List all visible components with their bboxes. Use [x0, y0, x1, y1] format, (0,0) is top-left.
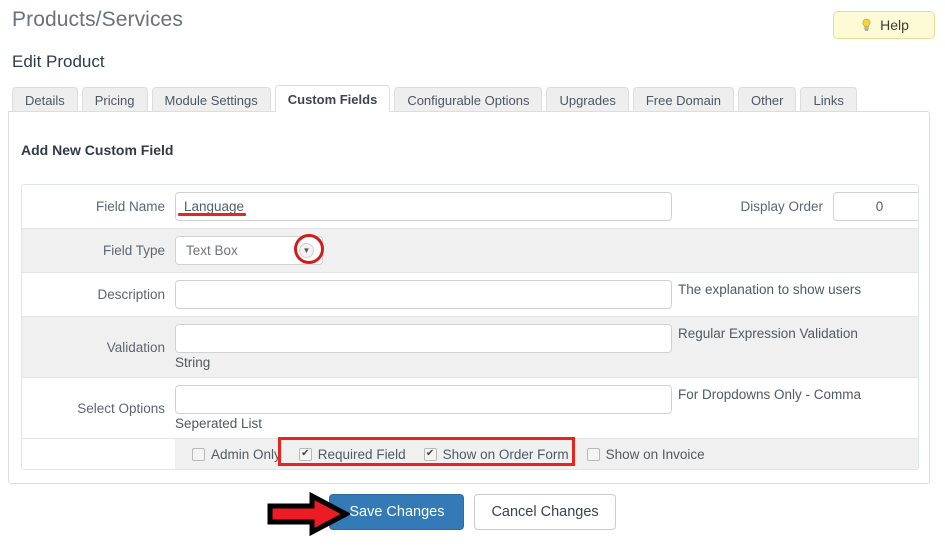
form-row-field-type: Field Type Text Box ▼: [22, 229, 918, 273]
checkbox-required-field-label: Required Field: [317, 446, 406, 462]
custom-field-form: Field Name Language Display Order 0 Fiel…: [21, 184, 919, 470]
tab-details[interactable]: Details: [12, 87, 78, 112]
select-options-input[interactable]: [175, 385, 672, 414]
field-type-select[interactable]: Text Box ▼: [175, 236, 323, 265]
form-actions: Save Changes Cancel Changes: [0, 494, 945, 530]
tab-custom-fields[interactable]: Custom Fields: [274, 85, 391, 112]
form-row-description: Description The explanation to show user…: [22, 273, 918, 317]
display-order-label: Display Order: [740, 199, 823, 214]
section-title: Edit Product: [12, 52, 105, 71]
app-root: Products/Services Help Edit Product Deta…: [0, 0, 945, 548]
help-button[interactable]: Help: [833, 11, 935, 39]
tab-free-domain[interactable]: Free Domain: [632, 87, 734, 112]
tab-module-settings[interactable]: Module Settings: [151, 87, 271, 112]
select-options-label: Select Options: [22, 378, 175, 438]
custom-field-panel: Add New Custom Field Field Name Language…: [8, 111, 930, 484]
validation-control: Regular Expression Validation String: [175, 317, 918, 377]
display-order-input[interactable]: 0: [833, 192, 918, 221]
checkbox-row-spacer: [22, 439, 175, 469]
field-name-label: Field Name: [22, 185, 175, 228]
select-options-control: For Dropdowns Only - Comma Seperated Lis…: [175, 378, 918, 438]
validation-input[interactable]: [175, 324, 672, 353]
panel-heading: Add New Custom Field: [21, 142, 174, 158]
checkbox-show-on-invoice-box[interactable]: [586, 447, 600, 461]
tab-bar: Details Pricing Module Settings Custom F…: [12, 85, 857, 112]
validation-help: Regular Expression Validation: [678, 326, 858, 341]
field-name-input[interactable]: Language: [175, 192, 672, 221]
checkbox-show-on-order-form[interactable]: ✔ Show on Order Form: [415, 447, 578, 462]
validation-label: Validation: [22, 317, 175, 377]
cancel-changes-button[interactable]: Cancel Changes: [474, 494, 616, 530]
save-changes-button[interactable]: Save Changes: [329, 494, 465, 530]
field-name-control: Language: [175, 185, 672, 228]
description-input[interactable]: [175, 280, 672, 309]
tab-configurable-options[interactable]: Configurable Options: [394, 87, 543, 112]
tab-links[interactable]: Links: [800, 87, 857, 112]
tab-other[interactable]: Other: [737, 87, 797, 112]
help-button-label: Help: [880, 17, 909, 33]
field-type-control: Text Box ▼: [175, 229, 918, 272]
checkbox-required-field-box[interactable]: ✔: [298, 447, 312, 461]
checkbox-admin-only-box[interactable]: [192, 447, 205, 461]
validation-help-below: String: [175, 355, 211, 370]
page-title: Products/Services: [12, 8, 183, 31]
form-row-checkboxes: Admin Only ✔ Required Field ✔ Show on Or…: [22, 439, 918, 469]
checkbox-group: Admin Only ✔ Required Field ✔ Show on Or…: [175, 439, 918, 469]
description-help: The explanation to show users: [678, 282, 862, 297]
tab-upgrades[interactable]: Upgrades: [546, 87, 629, 112]
description-label: Description: [22, 273, 175, 316]
checkbox-show-on-invoice-label: Show on Invoice: [605, 446, 705, 462]
select-options-help-below: Seperated List: [175, 416, 263, 431]
lightbulb-icon: [862, 18, 871, 31]
checkbox-admin-only-label: Admin Only: [211, 446, 281, 462]
checkbox-show-on-order-form-label: Show on Order Form: [442, 446, 569, 462]
form-row-validation: Validation Regular Expression Validation…: [22, 317, 918, 378]
checkbox-admin-only[interactable]: Admin Only: [183, 447, 290, 462]
checkbox-required-field[interactable]: ✔ Required Field: [290, 447, 415, 462]
description-control: The explanation to show users: [175, 273, 918, 316]
checkbox-show-on-invoice[interactable]: Show on Invoice: [578, 447, 714, 462]
form-row-select-options: Select Options For Dropdowns Only - Comm…: [22, 378, 918, 439]
field-type-select-value: Text Box: [186, 243, 238, 258]
select-options-help: For Dropdowns Only - Comma: [678, 387, 862, 402]
checkbox-show-on-order-form-box[interactable]: ✔: [423, 447, 437, 461]
display-order-cell: Display Order 0: [672, 185, 918, 228]
field-type-label: Field Type: [22, 229, 175, 272]
chevron-down-icon[interactable]: ▼: [299, 243, 314, 258]
tab-pricing[interactable]: Pricing: [81, 87, 148, 112]
form-row-field-name: Field Name Language Display Order 0: [22, 185, 918, 229]
